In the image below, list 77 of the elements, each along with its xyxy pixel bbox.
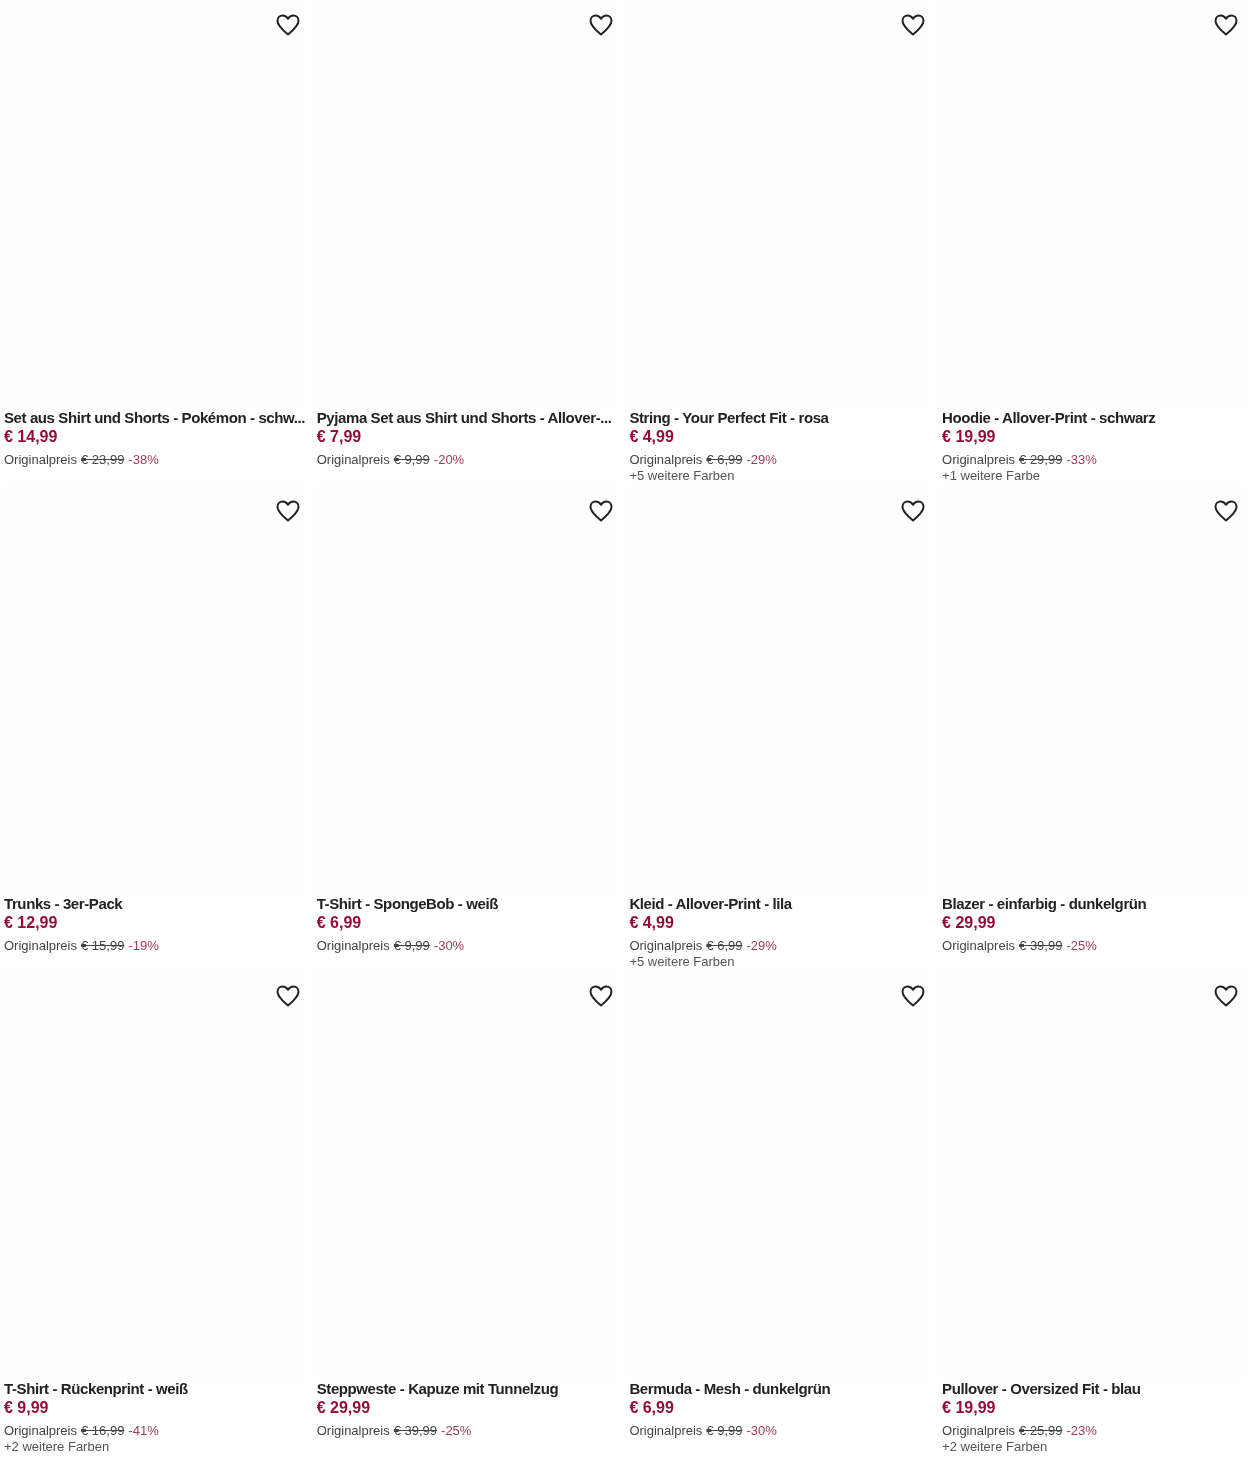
original-price-label: Originalpreis [316, 937, 390, 954]
original-price: € 6,99 [706, 937, 743, 954]
original-price: € 25,99 [1019, 1423, 1063, 1440]
product-title[interactable]: Steppweste - Kapuze mit Tunnelzug [316, 1379, 617, 1399]
sale-price: € 9,99 [4, 1398, 50, 1419]
original-price: € 9,99 [706, 1423, 743, 1440]
product-title[interactable]: Hoodie - Allover-Print - schwarz [942, 408, 1243, 427]
original-price-label: Originalpreis [942, 937, 1016, 954]
wishlist-heart-icon[interactable] [1214, 14, 1239, 36]
sale-price: € 6,99 [316, 912, 363, 933]
discount-percent: -38% [128, 452, 159, 468]
wishlist-heart-icon[interactable] [588, 499, 613, 522]
more-colors-text[interactable]: +5 weitere Farben [629, 953, 930, 970]
discount-percent: -41% [128, 1423, 159, 1440]
original-price-label: Originalpreis [4, 452, 77, 468]
original-price: € 39,99 [393, 1423, 438, 1440]
wishlist-heart-icon[interactable] [588, 14, 613, 36]
product-title[interactable]: Blazer - einfarbig - dunkelgrün [942, 893, 1243, 913]
sale-price: € 19,99 [942, 427, 997, 447]
discount-percent: -25% [1066, 937, 1097, 954]
original-price-label: Originalpreis [316, 1423, 390, 1440]
discount-percent: -23% [1066, 1423, 1097, 1440]
original-price: € 39,99 [1019, 937, 1063, 954]
wishlist-heart-icon[interactable] [276, 499, 300, 522]
discount-percent: -19% [128, 937, 159, 954]
original-price-label: Originalpreis [4, 937, 77, 954]
sale-price: € 29,99 [316, 1398, 372, 1419]
sale-price: € 4,99 [629, 912, 675, 933]
sale-price: € 4,99 [629, 427, 675, 447]
product-title[interactable]: T-Shirt - Rückenprint - weiß [4, 1379, 304, 1399]
wishlist-heart-icon[interactable] [276, 985, 300, 1008]
sale-price: € 12,99 [4, 912, 59, 933]
sale-price: € 7,99 [316, 427, 363, 447]
original-price-label: Originalpreis [629, 1423, 703, 1440]
product-title[interactable]: T-Shirt - SpongeBob - weiß [316, 893, 617, 913]
sale-price: € 19,99 [942, 1398, 997, 1419]
product-title[interactable]: Bermuda - Mesh - dunkelgrün [629, 1379, 930, 1399]
sale-price: € 29,99 [942, 912, 997, 933]
product-title[interactable]: Trunks - 3er-Pack [4, 893, 304, 913]
product-title[interactable]: String - Your Perfect Fit - rosa [629, 408, 930, 427]
wishlist-heart-icon[interactable] [1214, 985, 1239, 1008]
wishlist-heart-icon[interactable] [588, 985, 613, 1008]
more-colors-text[interactable]: +2 weitere Farben [942, 1439, 1243, 1456]
sale-price: € 6,99 [629, 1398, 675, 1419]
original-price: € 16,99 [81, 1423, 125, 1440]
discount-percent: -30% [433, 937, 465, 954]
wishlist-heart-icon[interactable] [901, 985, 926, 1008]
original-price-label: Originalpreis [629, 452, 703, 468]
discount-percent: -29% [746, 452, 777, 468]
original-price: € 9,99 [393, 452, 430, 468]
wishlist-heart-icon[interactable] [901, 499, 926, 522]
more-colors-text[interactable]: +1 weitere Farbe [942, 468, 1243, 484]
product-title[interactable]: Set aus Shirt und Shorts - Pokémon - schw... [4, 408, 304, 427]
product-title[interactable]: Pyjama Set aus Shirt und Shorts - Allover-... [316, 408, 617, 427]
original-price: € 23,99 [81, 452, 125, 468]
discount-percent: -33% [1066, 452, 1097, 468]
more-colors-text[interactable]: +5 weitere Farben [629, 468, 930, 484]
original-price-label: Originalpreis [316, 452, 390, 468]
discount-percent: -25% [441, 1423, 472, 1440]
wishlist-heart-icon[interactable] [276, 14, 300, 36]
discount-percent: -20% [433, 452, 465, 468]
original-price: € 9,99 [393, 937, 430, 954]
original-price-label: Originalpreis [942, 1423, 1016, 1440]
original-price: € 15,99 [81, 937, 125, 954]
more-colors-text[interactable]: +2 weitere Farben [4, 1439, 304, 1456]
original-price-label: Originalpreis [942, 452, 1016, 468]
original-price-label: Originalpreis [4, 1423, 77, 1440]
original-price-label: Originalpreis [629, 937, 703, 954]
sale-price: € 14,99 [4, 427, 59, 447]
original-price: € 6,99 [706, 452, 743, 468]
discount-percent: -29% [746, 937, 777, 954]
wishlist-heart-icon[interactable] [1214, 499, 1239, 522]
original-price: € 29,99 [1019, 452, 1063, 468]
product-title[interactable]: Kleid - Allover-Print - lila [629, 893, 930, 913]
wishlist-heart-icon[interactable] [901, 14, 926, 36]
product-title[interactable]: Pullover - Oversized Fit - blau [942, 1379, 1243, 1399]
discount-percent: -30% [746, 1423, 777, 1440]
